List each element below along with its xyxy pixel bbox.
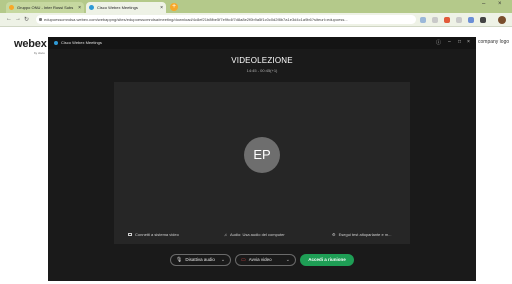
extension-icon[interactable] (468, 17, 474, 23)
profile-avatar[interactable] (498, 16, 506, 24)
video-preview: EP Connetti a sistema video ♫ Audio: Usa… (114, 82, 410, 244)
extension-icon[interactable] (444, 17, 450, 23)
chevron-down-icon[interactable]: ⌄ (215, 255, 225, 265)
meeting-app-title: Cisco Webex Meetings (61, 40, 102, 45)
tab-label: Cisco Webex Meetings (97, 5, 138, 10)
meeting-title: VIDEOLEZIONE (231, 56, 293, 65)
start-video-button[interactable]: ▭ Avvia video ⌄ (235, 254, 296, 266)
browser-toolbar: ← → ↻ edupoesscmndsa.webex.com/webappng/… (0, 13, 512, 27)
extension-icon[interactable] (480, 17, 486, 23)
extension-icon[interactable] (456, 17, 462, 23)
meeting-time: 14:45 - 00:45(+1) (246, 68, 278, 73)
back-icon[interactable]: ← (6, 16, 12, 22)
webex-logo-sub: by cisco (34, 51, 45, 55)
browser-tab-1[interactable]: Gruppo ONU - Inter Rossi Subs × (6, 2, 84, 13)
browser-tab-strip: Gruppo ONU - Inter Rossi Subs × Cisco We… (0, 0, 512, 13)
close-window-button[interactable]: × (498, 1, 502, 7)
meeting-titlebar: Cisco Webex Meetings ⓘ – □ × (48, 37, 476, 49)
close-icon[interactable]: × (160, 5, 163, 11)
webex-logo: webex (14, 38, 47, 50)
minimize-icon[interactable]: – (448, 39, 451, 45)
reload-icon[interactable]: ↻ (24, 16, 29, 23)
chevron-down-icon[interactable]: ⌄ (280, 255, 290, 265)
tab-favicon-icon (89, 5, 94, 10)
speaker-icon: ⚙ (332, 232, 336, 237)
video-label: Avvia video (248, 257, 272, 262)
webex-icon (54, 41, 58, 45)
address-bar[interactable]: edupoesscmndsa.webex.com/webappng/sites/… (36, 15, 416, 24)
tab-favicon-icon (9, 5, 14, 10)
close-icon[interactable]: × (78, 5, 81, 11)
lock-icon (39, 18, 42, 21)
close-icon[interactable]: × (467, 39, 470, 45)
avatar: EP (244, 137, 280, 173)
headset-icon: ♫ (224, 232, 227, 237)
new-tab-button[interactable]: + (170, 3, 178, 11)
forward-icon[interactable]: → (15, 16, 21, 22)
meeting-controls: 🎙︎ Disattiva audio ⌄ ▭ Avvia video ⌄ Acc… (48, 252, 476, 270)
video-system-label: Connetti a sistema video (135, 232, 179, 237)
speaker-test-option[interactable]: ⚙ Esegui test altoparlante e m... (332, 232, 392, 237)
meeting-window: Cisco Webex Meetings ⓘ – □ × VIDEOLEZION… (48, 37, 476, 281)
microphone-icon: 🎙︎ (176, 257, 183, 263)
company-logo-text: company logo (478, 39, 510, 45)
minimize-button[interactable]: – (482, 1, 485, 7)
speaker-test-label: Esegui test altoparlante e m... (338, 232, 392, 237)
tab-label: Gruppo ONU - Inter Rossi Subs (17, 5, 74, 10)
mute-label: Disattiva audio (185, 257, 215, 262)
video-system-option[interactable]: Connetti a sistema video (128, 232, 179, 237)
camera-icon: ▭ (241, 257, 246, 263)
help-icon[interactable]: ⓘ (436, 39, 441, 46)
monitor-icon (128, 233, 132, 236)
audio-label: Audio: Usa audio del computer (230, 232, 285, 237)
browser-tab-2[interactable]: Cisco Webex Meetings × (86, 2, 166, 13)
join-meeting-button[interactable]: Accedi a riunione (300, 254, 354, 266)
extension-icon[interactable] (432, 17, 438, 23)
maximize-icon[interactable]: □ (458, 39, 461, 45)
extension-icon[interactable] (420, 17, 426, 23)
mute-button[interactable]: 🎙︎ Disattiva audio ⌄ (170, 254, 231, 266)
audio-option[interactable]: ♫ Audio: Usa audio del computer (224, 232, 285, 237)
